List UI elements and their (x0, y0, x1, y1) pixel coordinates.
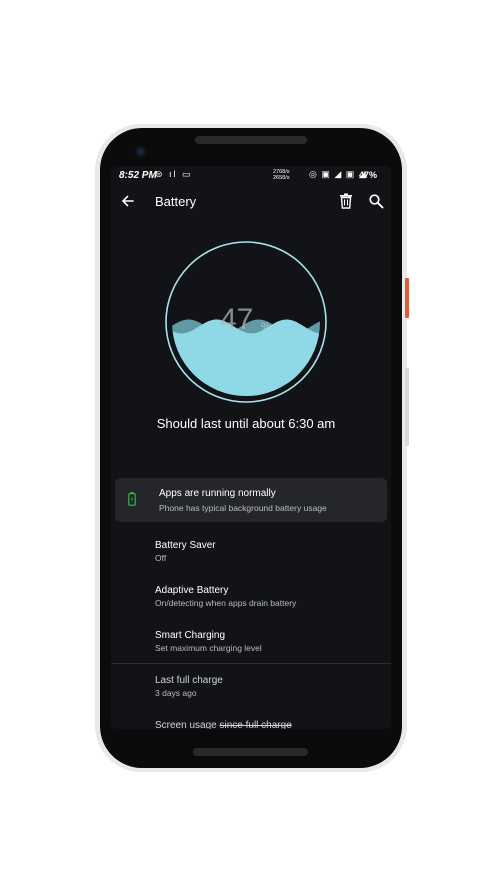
info-subtitle: 3 days ago (155, 688, 197, 698)
setting-subtitle: Off (155, 553, 167, 563)
network-speed: 2768/s 2658/s (273, 169, 290, 181)
top-speaker (195, 136, 307, 144)
power-button (405, 278, 409, 318)
net-speed-down: 2658/s (273, 175, 290, 181)
info-title: Screen usage since full charge (155, 720, 292, 729)
setting-subtitle: On/detecting when apps drain battery (155, 598, 297, 608)
screen-usage-struck: since full charge (219, 720, 292, 729)
page-title: Battery (155, 194, 197, 209)
search-icon[interactable] (368, 193, 384, 209)
status-card-title: Apps are running normally (159, 488, 276, 499)
battery-level-percent-sign: % (261, 321, 271, 333)
trash-icon[interactable] (339, 193, 353, 209)
notification-icons: ⊜ ıl ▭ (155, 169, 193, 179)
info-title: Last full charge (155, 675, 223, 686)
section-divider (111, 663, 391, 664)
battery-icon (128, 492, 136, 506)
arrow-left-icon[interactable] (120, 193, 136, 209)
setting-title: Smart Charging (155, 630, 226, 641)
battery-level-number: 47 (220, 303, 254, 336)
bottom-speaker (193, 748, 308, 756)
setting-title: Adaptive Battery (155, 585, 229, 596)
app-bar: Battery (111, 188, 391, 216)
setting-subtitle: Set maximum charging level (155, 643, 262, 653)
status-time: 8:52 PM (119, 170, 157, 181)
status-card[interactable]: Apps are running normally Phone has typi… (115, 478, 387, 522)
status-card-subtitle: Phone has typical background battery usa… (159, 503, 327, 513)
screen: 8:52 PM ⊜ ıl ▭ 2768/s 2658/s ◎ ▣ ◢ ▣ ◢ 4… (111, 166, 391, 729)
status-bar: 8:52 PM ⊜ ıl ▭ 2768/s 2658/s ◎ ▣ ◢ ▣ ◢ 4… (111, 166, 391, 188)
status-battery: 47% (359, 170, 378, 180)
setting-title: Battery Saver (155, 540, 216, 551)
volume-button (405, 368, 409, 446)
battery-estimate: Should last until about 6:30 am (156, 416, 336, 431)
screen-usage-label: Screen usage (155, 720, 217, 729)
front-camera (135, 146, 146, 157)
